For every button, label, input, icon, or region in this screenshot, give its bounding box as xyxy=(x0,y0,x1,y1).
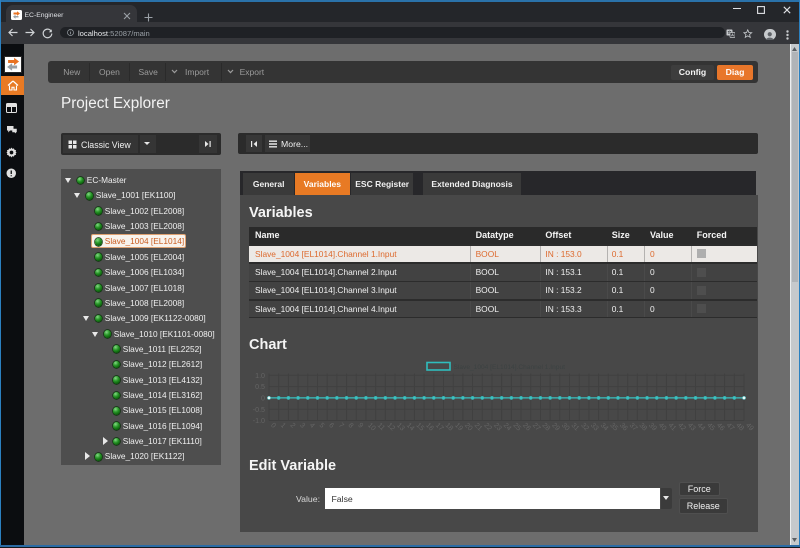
svg-text:0: 0 xyxy=(269,421,277,429)
svg-text:2: 2 xyxy=(288,421,296,429)
svg-text:26: 26 xyxy=(521,421,532,432)
svg-text:48: 48 xyxy=(734,421,745,432)
svg-text:46: 46 xyxy=(715,421,726,432)
svg-text:16: 16 xyxy=(424,421,435,432)
svg-text:42: 42 xyxy=(676,421,687,432)
svg-text:24: 24 xyxy=(502,421,513,432)
svg-text:28: 28 xyxy=(541,421,552,432)
svg-text:10: 10 xyxy=(366,421,377,432)
svg-text:7: 7 xyxy=(337,421,345,429)
svg-text:49: 49 xyxy=(744,421,755,432)
svg-text:5: 5 xyxy=(318,421,326,429)
svg-text:27: 27 xyxy=(531,421,542,432)
svg-text:34: 34 xyxy=(599,421,610,432)
svg-text:0: 0 xyxy=(261,395,265,403)
svg-text:1.0: 1.0 xyxy=(255,372,265,380)
svg-text:44: 44 xyxy=(696,421,707,432)
svg-text:12: 12 xyxy=(385,421,396,432)
svg-text:38: 38 xyxy=(637,421,648,432)
svg-text:-1.0: -1.0 xyxy=(253,417,265,425)
svg-text:43: 43 xyxy=(686,421,697,432)
svg-text:31: 31 xyxy=(570,421,581,432)
svg-text:40: 40 xyxy=(657,421,668,432)
svg-text:30: 30 xyxy=(560,421,571,432)
svg-text:4: 4 xyxy=(308,421,316,429)
svg-text:21: 21 xyxy=(473,421,484,432)
svg-text:14: 14 xyxy=(405,421,416,432)
svg-text:1: 1 xyxy=(279,421,287,429)
svg-text:13: 13 xyxy=(395,421,406,432)
svg-text:18: 18 xyxy=(444,421,455,432)
svg-text:37: 37 xyxy=(628,421,639,432)
svg-text:47: 47 xyxy=(725,421,736,432)
svg-text:15: 15 xyxy=(414,421,425,432)
svg-text:29: 29 xyxy=(550,421,561,432)
svg-text:11: 11 xyxy=(376,421,387,432)
svg-text:22: 22 xyxy=(482,421,493,432)
svg-text:39: 39 xyxy=(647,421,658,432)
svg-text:36: 36 xyxy=(618,421,629,432)
svg-text:17: 17 xyxy=(434,421,445,432)
svg-text:33: 33 xyxy=(589,421,600,432)
svg-text:19: 19 xyxy=(453,421,464,432)
svg-text:32: 32 xyxy=(579,421,590,432)
svg-text:-0.5: -0.5 xyxy=(253,406,265,414)
svg-text:8: 8 xyxy=(347,421,355,429)
svg-text:20: 20 xyxy=(463,421,474,432)
svg-text:Slave_1004 [EL1014].Channel 1.: Slave_1004 [EL1014].Channel 1.Input xyxy=(454,364,566,371)
svg-text:25: 25 xyxy=(511,421,522,432)
svg-text:23: 23 xyxy=(492,421,503,432)
svg-text:35: 35 xyxy=(608,421,619,432)
svg-text:9: 9 xyxy=(356,421,364,429)
svg-text:3: 3 xyxy=(298,421,306,429)
svg-text:0.5: 0.5 xyxy=(255,383,265,391)
svg-text:41: 41 xyxy=(667,421,678,432)
svg-text:45: 45 xyxy=(705,421,716,432)
svg-text:6: 6 xyxy=(327,421,335,429)
